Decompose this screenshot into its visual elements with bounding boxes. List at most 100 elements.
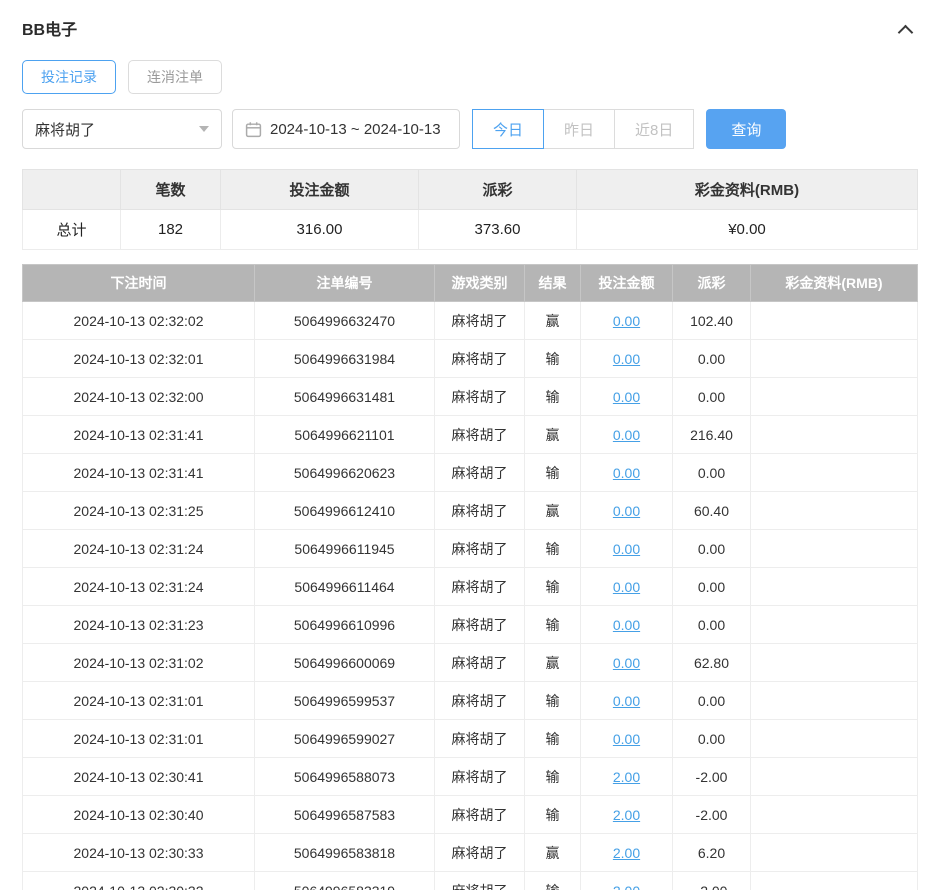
cell-result: 输 <box>524 795 581 834</box>
table-row: 2024-10-13 02:31:02 5064996600069 麻将胡了 赢… <box>22 643 918 682</box>
bet-amount-link[interactable]: 0.00 <box>613 503 640 519</box>
table-row: 2024-10-13 02:31:23 5064996610996 麻将胡了 输… <box>22 605 918 644</box>
cell-bet-amount: 0.00 <box>580 719 673 758</box>
cell-payout: -2.00 <box>672 871 751 890</box>
cell-bet-amount: 0.00 <box>580 377 673 416</box>
bet-amount-link[interactable]: 0.00 <box>613 693 640 709</box>
bet-amount-link[interactable]: 0.00 <box>613 351 640 367</box>
bet-amount-link[interactable]: 0.00 <box>613 313 640 329</box>
cell-result: 赢 <box>524 415 581 454</box>
cell-order-number: 5064996600069 <box>254 643 435 682</box>
cell-result: 输 <box>524 567 581 606</box>
cell-bet-time: 2024-10-13 02:32:02 <box>22 301 255 340</box>
summary-total-row: 总计 182 316.00 373.60 ¥0.00 <box>22 209 918 250</box>
summary-count-value: 182 <box>120 209 221 250</box>
record-type-tabs: 投注记录 连消注单 <box>22 60 917 94</box>
summary-table: 笔数 投注金额 派彩 彩金资料(RMB) 总计 182 316.00 373.6… <box>22 169 918 250</box>
records-body: 2024-10-13 02:32:02 5064996632470 麻将胡了 赢… <box>22 301 918 890</box>
cell-bet-time: 2024-10-13 02:31:01 <box>22 681 255 720</box>
summary-total-label: 总计 <box>22 209 121 250</box>
cell-bet-time: 2024-10-13 02:31:01 <box>22 719 255 758</box>
cell-bonus <box>750 339 918 378</box>
cell-bet-amount: 2.00 <box>580 871 673 890</box>
cell-bonus <box>750 301 918 340</box>
cell-game-category: 麻将胡了 <box>434 719 525 758</box>
cell-bet-time: 2024-10-13 02:31:24 <box>22 529 255 568</box>
table-row: 2024-10-13 02:32:02 5064996632470 麻将胡了 赢… <box>22 301 918 340</box>
cell-bet-time: 2024-10-13 02:30:41 <box>22 757 255 796</box>
cell-result: 赢 <box>524 301 581 340</box>
bet-amount-link[interactable]: 0.00 <box>613 617 640 633</box>
quick-date-buttons: 今日 昨日 近8日 <box>472 109 695 149</box>
cell-bet-amount: 0.00 <box>580 339 673 378</box>
quick-filter-yesterday[interactable]: 昨日 <box>543 109 616 149</box>
cell-game-category: 麻将胡了 <box>434 833 525 872</box>
cell-bet-amount: 0.00 <box>580 491 673 530</box>
cell-order-number: 5064996599537 <box>254 681 435 720</box>
table-row: 2024-10-13 02:31:01 5064996599537 麻将胡了 输… <box>22 681 918 720</box>
summary-header-count: 笔数 <box>120 169 221 210</box>
cell-order-number: 5064996621101 <box>254 415 435 454</box>
table-row: 2024-10-13 02:30:32 5064996583319 麻将胡了 输… <box>22 871 918 890</box>
bet-amount-link[interactable]: 2.00 <box>613 883 640 890</box>
bet-amount-link[interactable]: 0.00 <box>613 465 640 481</box>
records-header-bet-amount: 投注金额 <box>580 264 673 302</box>
table-row: 2024-10-13 02:31:25 5064996612410 麻将胡了 赢… <box>22 491 918 530</box>
cell-bonus <box>750 719 918 758</box>
cell-payout: 102.40 <box>672 301 751 340</box>
chevron-down-icon <box>199 126 209 132</box>
date-range-picker[interactable]: 2024-10-13 ~ 2024-10-13 <box>232 109 460 149</box>
records-header-bet-time: 下注时间 <box>22 264 255 302</box>
cell-result: 输 <box>524 719 581 758</box>
table-row: 2024-10-13 02:32:00 5064996631481 麻将胡了 输… <box>22 377 918 416</box>
cell-bonus <box>750 757 918 796</box>
table-row: 2024-10-13 02:31:01 5064996599027 麻将胡了 输… <box>22 719 918 758</box>
table-row: 2024-10-13 02:31:24 5064996611464 麻将胡了 输… <box>22 567 918 606</box>
bet-amount-link[interactable]: 2.00 <box>613 807 640 823</box>
cell-game-category: 麻将胡了 <box>434 415 525 454</box>
cell-bet-time: 2024-10-13 02:31:24 <box>22 567 255 606</box>
bet-amount-link[interactable]: 0.00 <box>613 731 640 747</box>
quick-filter-last-8-days[interactable]: 近8日 <box>614 109 695 149</box>
cell-bonus <box>750 833 918 872</box>
game-select[interactable]: 麻将胡了 <box>22 109 222 149</box>
tab-betting-records[interactable]: 投注记录 <box>22 60 116 94</box>
cell-bonus <box>750 605 918 644</box>
collapse-panel-button[interactable] <box>893 16 917 40</box>
cell-result: 输 <box>524 605 581 644</box>
tab-cancelled-orders[interactable]: 连消注单 <box>128 60 222 94</box>
cell-result: 输 <box>524 377 581 416</box>
cell-bet-amount: 0.00 <box>580 681 673 720</box>
bet-amount-link[interactable]: 2.00 <box>613 845 640 861</box>
bet-amount-link[interactable]: 2.00 <box>613 769 640 785</box>
cell-game-category: 麻将胡了 <box>434 643 525 682</box>
bet-amount-link[interactable]: 0.00 <box>613 427 640 443</box>
quick-filter-today[interactable]: 今日 <box>472 109 545 149</box>
bet-amount-link[interactable]: 0.00 <box>613 541 640 557</box>
query-button[interactable]: 查询 <box>706 109 787 149</box>
summary-bonus-value: ¥0.00 <box>576 209 918 250</box>
betting-records-panel: BB电子 投注记录 连消注单 麻将胡了 2024-10-13 ~ 2024-10… <box>0 0 927 890</box>
cell-order-number: 5064996587583 <box>254 795 435 834</box>
filter-toolbar: 麻将胡了 2024-10-13 ~ 2024-10-13 今日 昨日 近8日 查… <box>22 109 917 149</box>
bet-amount-link[interactable]: 0.00 <box>613 389 640 405</box>
cell-bet-amount: 0.00 <box>580 301 673 340</box>
cell-payout: 0.00 <box>672 719 751 758</box>
bet-amount-link[interactable]: 0.00 <box>613 579 640 595</box>
table-row: 2024-10-13 02:31:41 5064996620623 麻将胡了 输… <box>22 453 918 492</box>
cell-game-category: 麻将胡了 <box>434 757 525 796</box>
table-row: 2024-10-13 02:30:40 5064996587583 麻将胡了 输… <box>22 795 918 834</box>
cell-payout: 0.00 <box>672 529 751 568</box>
cell-bonus <box>750 491 918 530</box>
cell-order-number: 5064996632470 <box>254 301 435 340</box>
cell-bet-time: 2024-10-13 02:30:40 <box>22 795 255 834</box>
page-title: BB电子 <box>22 22 78 39</box>
cell-game-category: 麻将胡了 <box>434 529 525 568</box>
cell-order-number: 5064996599027 <box>254 719 435 758</box>
bet-amount-link[interactable]: 0.00 <box>613 655 640 671</box>
records-header-game-category: 游戏类别 <box>434 264 525 302</box>
cell-bet-time: 2024-10-13 02:31:23 <box>22 605 255 644</box>
cell-game-category: 麻将胡了 <box>434 301 525 340</box>
panel-header: BB电子 <box>22 14 917 42</box>
cell-bet-amount: 0.00 <box>580 643 673 682</box>
